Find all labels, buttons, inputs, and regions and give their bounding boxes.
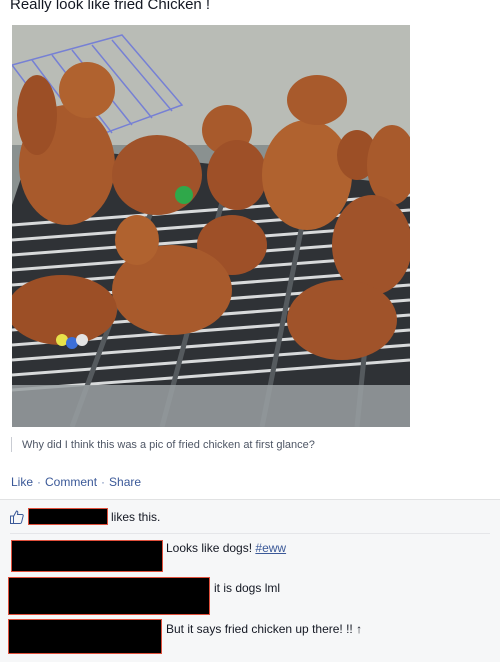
photo-caption: Why did I think this was a pic of fried … (22, 439, 315, 451)
post-photo[interactable] (12, 25, 410, 427)
redacted-avatar-name (8, 577, 210, 615)
redacted-name (28, 508, 108, 525)
hashtag-link[interactable]: #eww (255, 541, 286, 555)
comment-2-text: it is dogs lml (214, 581, 281, 595)
caption-quote-bar (11, 437, 12, 452)
green-bowl (175, 186, 193, 204)
action-separator: · (37, 475, 42, 489)
comment-body: Looks like dogs! (166, 541, 256, 555)
redacted-avatar-name (11, 540, 163, 572)
comment-1-text: Looks like dogs! #eww (166, 541, 286, 555)
comment-link[interactable]: Comment (45, 475, 97, 489)
comment-3-text: But it says fried chicken up there! !! ↑ (166, 622, 363, 636)
like-link[interactable]: Like (11, 475, 33, 489)
share-link[interactable]: Share (109, 475, 141, 489)
thumbs-up-icon (10, 510, 24, 524)
likes-text: likes this. (111, 510, 161, 524)
post-title: Really look like fried Chicken ! (10, 0, 211, 13)
dogs-photo-image (12, 25, 410, 427)
action-separator: · (101, 475, 106, 489)
redacted-avatar-name (8, 619, 162, 654)
likes-row: likes this. (10, 508, 490, 528)
comment-divider (10, 533, 490, 534)
post-actions: Like · Comment · Share (11, 475, 141, 489)
